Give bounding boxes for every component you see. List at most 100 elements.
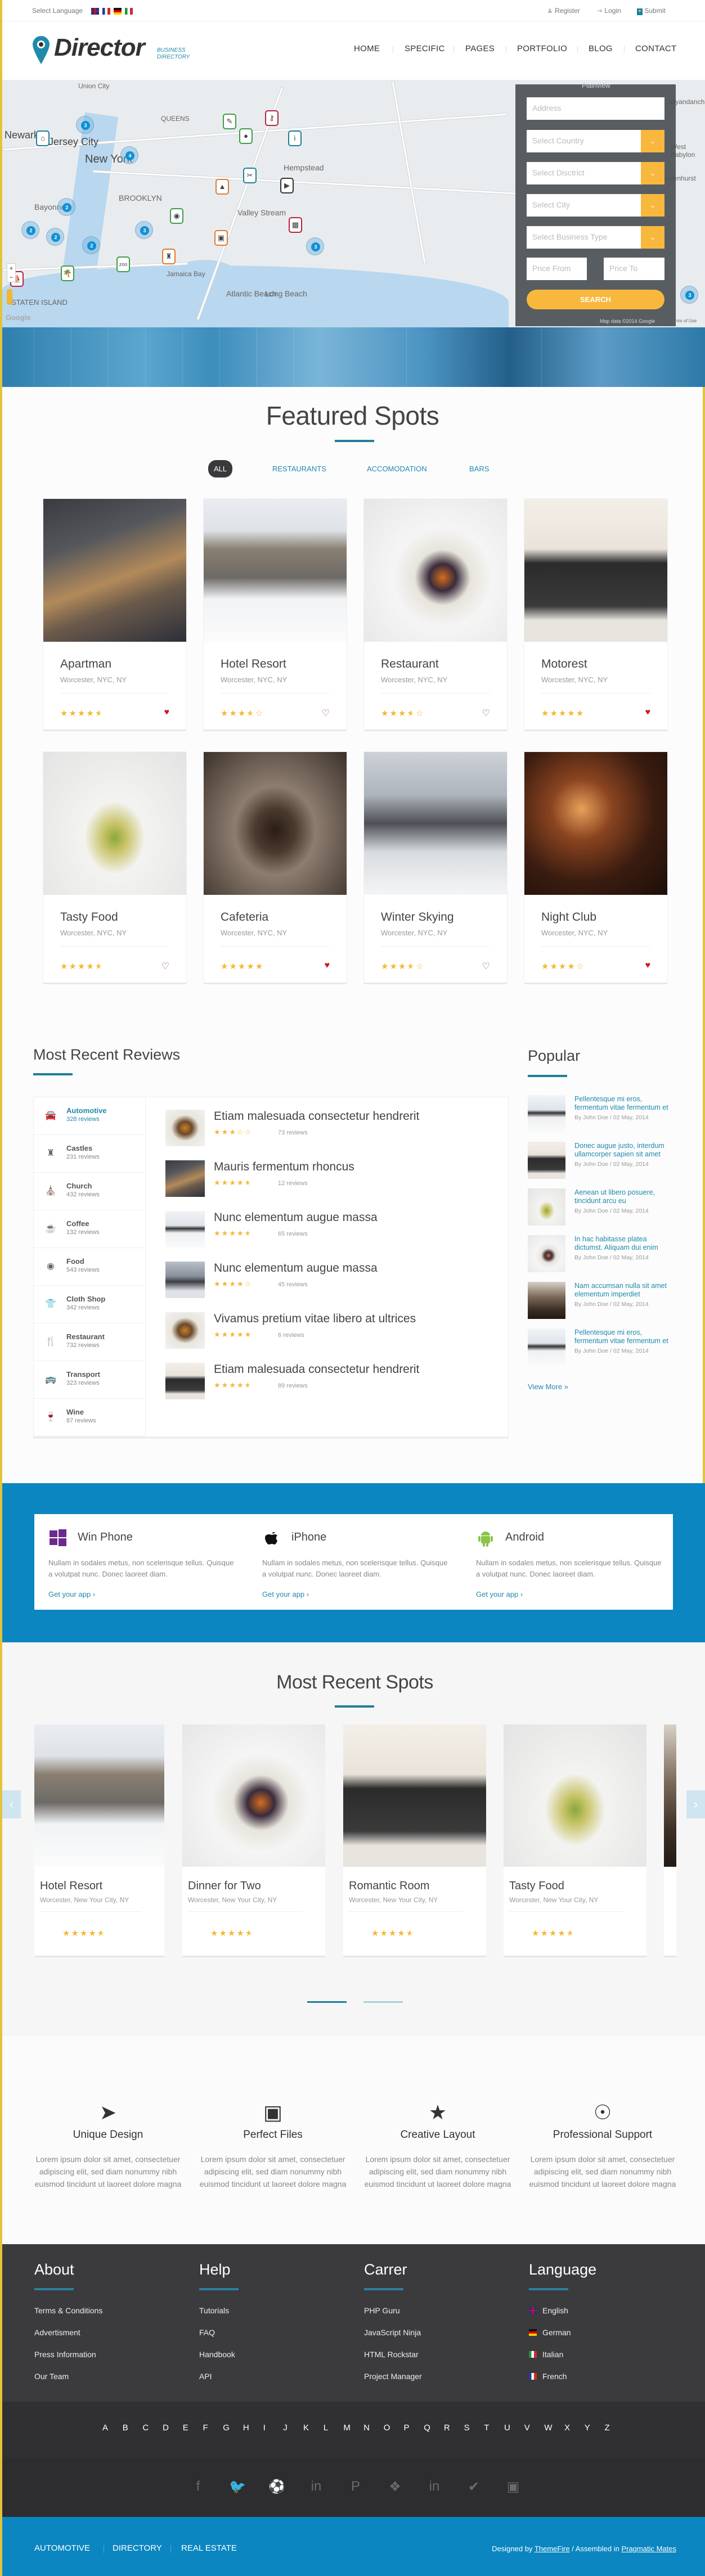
- zoo-marker-icon[interactable]: zoo: [116, 256, 130, 272]
- recent-spot-card[interactable]: Romantic Room Worcester, New Your City, …: [343, 1724, 486, 1956]
- spot-photo[interactable]: [34, 1724, 164, 1867]
- popular-item-title[interactable]: Pellentesque mi eros, fermentum vitae fe…: [574, 1328, 673, 1345]
- carousel-dot-active[interactable]: [307, 2001, 347, 2003]
- carousel-next-button[interactable]: ›: [686, 1790, 705, 1818]
- review-thumbnail[interactable]: [165, 1211, 205, 1248]
- favorite-heart-icon[interactable]: ♡: [482, 708, 490, 719]
- get-app-link[interactable]: Get your app ›: [48, 1590, 95, 1598]
- german-flag-icon[interactable]: [114, 7, 122, 15]
- nav-home[interactable]: HOME: [354, 44, 380, 53]
- linkedin-icon[interactable]: in: [308, 2479, 325, 2494]
- spot-card[interactable]: Motorest Worcester, NYC, NY ★★★★★ ♥: [524, 499, 667, 729]
- alphabet-letter-u[interactable]: U: [504, 2423, 510, 2433]
- spot-photo[interactable]: [364, 499, 507, 642]
- district-select[interactable]: Select Disctrict ⌄: [527, 162, 664, 184]
- category-item[interactable]: ♜ Castles 231 reviews: [34, 1135, 145, 1173]
- popular-item-title[interactable]: In hac habitasse platea dictumst. Aliqua…: [574, 1235, 673, 1252]
- dribbble-icon[interactable]: ⚽: [268, 2479, 285, 2495]
- spot-name[interactable]: Motorest: [541, 657, 587, 671]
- spot-photo[interactable]: [204, 752, 347, 895]
- popular-item-title[interactable]: Nam accumsan nulla sit amet elementum im…: [574, 1282, 673, 1299]
- spot-name[interactable]: Romantic Room: [349, 1880, 429, 1893]
- favorite-heart-icon[interactable]: ♥: [645, 708, 651, 718]
- alphabet-letter-f[interactable]: F: [203, 2423, 208, 2433]
- price-to-input[interactable]: Price To: [604, 258, 664, 280]
- spot-photo[interactable]: [504, 1724, 646, 1867]
- login-link[interactable]: ➜ Login: [597, 7, 621, 15]
- alphabet-letter-p[interactable]: P: [404, 2423, 410, 2433]
- price-from-input[interactable]: Price From: [527, 258, 587, 280]
- nav-specific[interactable]: SPECIFIC: [405, 44, 445, 53]
- alphabet-letter-k[interactable]: K: [303, 2423, 309, 2433]
- spot-card[interactable]: Tasty Food Worcester, NYC, NY ★★★★★ ♡: [43, 752, 186, 983]
- review-item[interactable]: Etiam malesuada consectetur hendrerit ★★…: [165, 1363, 492, 1402]
- info-marker-icon[interactable]: i: [288, 130, 302, 146]
- street-view-pegman-icon[interactable]: [7, 289, 12, 305]
- filter-restaurants[interactable]: RESTAURANTS: [267, 460, 332, 478]
- footer-link[interactable]: Press Information: [34, 2350, 96, 2359]
- popular-item-title[interactable]: Aenean ut libero posuere, tincidunt arcu…: [574, 1188, 673, 1205]
- logo[interactable]: [33, 36, 50, 67]
- review-item[interactable]: Mauris fermentum rhoncus ★★★★★ 12 review…: [165, 1160, 492, 1200]
- footer-link[interactable]: Our Team: [34, 2372, 69, 2381]
- spot-photo[interactable]: [43, 499, 186, 642]
- filter-all[interactable]: ALL: [208, 460, 233, 478]
- recent-spot-card[interactable]: Tasty Food Worcester, New Your City, NY …: [504, 1724, 646, 1956]
- review-thumbnail[interactable]: [165, 1160, 205, 1197]
- alphabet-letter-x[interactable]: X: [564, 2423, 570, 2433]
- review-item[interactable]: Etiam malesuada consectetur hendrerit ★★…: [165, 1110, 492, 1149]
- popular-thumbnail[interactable]: [528, 1235, 565, 1272]
- review-item[interactable]: Vivamus pretium vitae libero at ultrices…: [165, 1312, 492, 1352]
- review-title[interactable]: Nunc elementum augue massa: [214, 1211, 378, 1224]
- search-button[interactable]: SEARCH: [527, 290, 664, 309]
- alphabet-letter-c[interactable]: C: [142, 2423, 149, 2433]
- map-cluster[interactable]: 3: [306, 237, 324, 255]
- register-link[interactable]: ♟ Register: [547, 7, 580, 15]
- linkedin-icon[interactable]: in: [426, 2479, 443, 2494]
- alphabet-letter-y[interactable]: Y: [585, 2423, 590, 2433]
- zoom-in-button[interactable]: +: [7, 264, 15, 273]
- get-app-link[interactable]: Get your app ›: [262, 1590, 309, 1598]
- spot-name[interactable]: Dinner for Two: [188, 1880, 261, 1893]
- spot-photo[interactable]: [343, 1724, 486, 1867]
- popular-thumbnail[interactable]: [528, 1095, 565, 1132]
- spot-photo[interactable]: [182, 1724, 325, 1867]
- review-thumbnail[interactable]: [165, 1363, 205, 1399]
- carousel-prev-button[interactable]: ‹: [2, 1790, 21, 1818]
- popular-item[interactable]: Donec augue justo, interdum ullamcorper …: [528, 1142, 674, 1181]
- review-thumbnail[interactable]: [165, 1110, 205, 1146]
- recent-spot-card[interactable]: Dinner for Two Worcester, New Your City,…: [182, 1724, 325, 1956]
- bottom-link-real-estate[interactable]: REAL ESTATE: [181, 2543, 237, 2553]
- briefcase-marker-icon[interactable]: ▣: [214, 230, 228, 246]
- alphabet-letter-i[interactable]: I: [263, 2423, 266, 2433]
- review-item[interactable]: Nunc elementum augue massa ★★★★★ 65 revi…: [165, 1211, 492, 1250]
- category-item[interactable]: ⛪ Church 432 reviews: [34, 1173, 145, 1210]
- map-cluster[interactable]: 3: [76, 116, 94, 134]
- key-marker-icon[interactable]: ⚷: [265, 110, 279, 126]
- spot-name[interactable]: Winter Skying: [381, 911, 454, 924]
- category-item[interactable]: 🍷 Wine 87 reviews: [34, 1399, 145, 1436]
- alphabet-letter-t[interactable]: T: [484, 2423, 489, 2433]
- favorite-heart-icon[interactable]: ♡: [482, 961, 490, 972]
- footer-link[interactable]: Advertisment: [34, 2328, 80, 2337]
- alphabet-letter-r[interactable]: R: [444, 2423, 450, 2433]
- popular-thumbnail[interactable]: [528, 1188, 565, 1226]
- category-item[interactable]: 🚌 Transport 323 reviews: [34, 1361, 145, 1399]
- alphabet-letter-h[interactable]: H: [243, 2423, 249, 2433]
- alphabet-letter-s[interactable]: S: [464, 2423, 470, 2433]
- country-select[interactable]: Select Country ⌄: [527, 130, 664, 152]
- coins-marker-icon[interactable]: ◉: [170, 208, 183, 224]
- map-cluster[interactable]: 2: [21, 221, 39, 239]
- popular-item[interactable]: Nam accumsan nulla sit amet elementum im…: [528, 1282, 674, 1321]
- alphabet-letter-o[interactable]: O: [384, 2423, 390, 2433]
- footer-link[interactable]: Handbook: [199, 2350, 235, 2359]
- alphabet-letter-a[interactable]: A: [102, 2423, 108, 2433]
- spot-card[interactable]: Apartman Worcester, NYC, NY ★★★★★ ♥: [43, 499, 186, 729]
- alphabet-letter-v[interactable]: V: [524, 2423, 530, 2433]
- spot-card[interactable]: Night Club Worcester, NYC, NY ★★★★☆ ♥: [524, 752, 667, 983]
- recent-spot-card[interactable]: Hotel Resort Worcester, New Your City, N…: [34, 1724, 164, 1956]
- footer-link[interactable]: HTML Rockstar: [364, 2350, 419, 2359]
- nav-portfolio[interactable]: PORTFOLIO: [517, 44, 567, 53]
- footer-link[interactable]: Project Manager: [364, 2372, 422, 2381]
- spot-photo[interactable]: [43, 752, 186, 895]
